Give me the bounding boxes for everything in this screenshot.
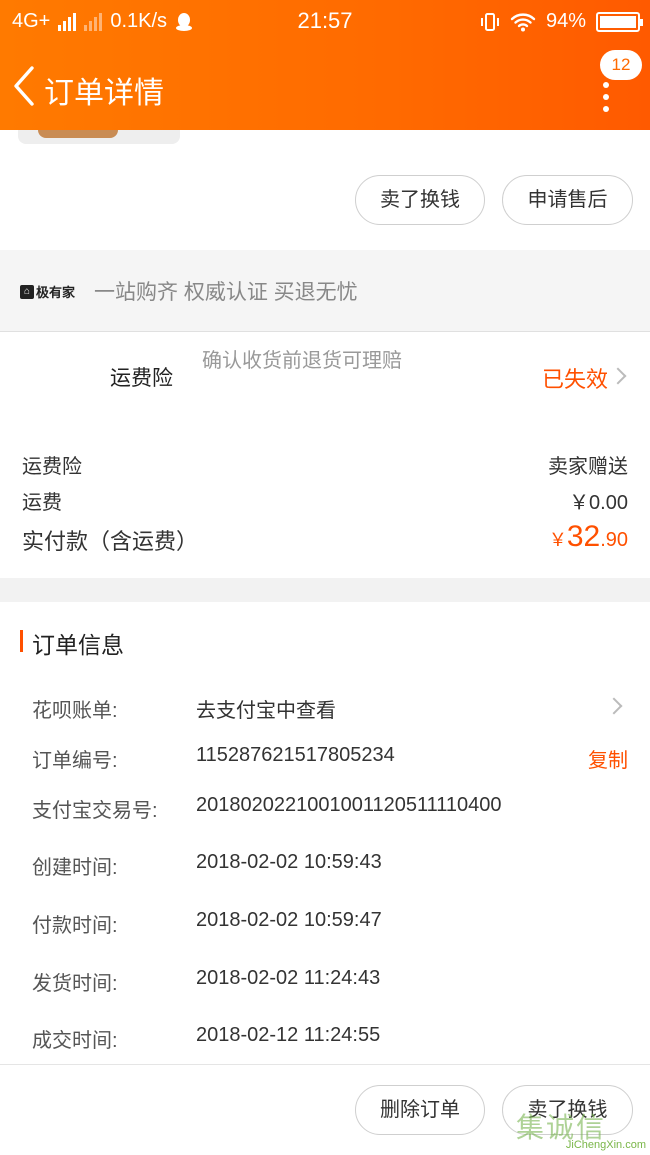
wifi-icon (510, 12, 536, 31)
paid-amount-value: ￥32.90 (549, 520, 628, 554)
order-info-title: 订单信息 (32, 632, 124, 658)
insurance-description: 确认收货前退货可理赔 (202, 350, 402, 372)
brand-logo-text: 极有家 (36, 285, 76, 300)
status-bar: 4G+ 0.1K/s 21:57 94% (0, 0, 650, 46)
navbar: 订单详情 12 (0, 46, 650, 130)
more-menu-icon[interactable] (600, 82, 612, 112)
brand-banner[interactable]: ⌂ 极有家 一站购齐 权威认证 买退无忧 (0, 250, 650, 332)
info-label: 花呗账单: (32, 700, 118, 722)
info-value: 2018-02-02 11:24:43 (196, 967, 381, 989)
order-number: 115287621517805234 (196, 744, 395, 766)
sell-for-cash-button[interactable]: 卖了换钱 (355, 175, 485, 225)
page-title: 订单详情 (44, 77, 164, 110)
header: 4G+ 0.1K/s 21:57 94% 订单详情 12 (0, 0, 650, 130)
fee-value: 卖家赠送 (548, 456, 628, 478)
info-label: 成交时间: (32, 1030, 118, 1052)
paid-amount-label: 实付款（含运费） (22, 529, 199, 554)
info-value: 去支付宝中查看 (196, 700, 336, 722)
back-arrow-icon[interactable] (8, 62, 40, 110)
brand-slogan: 一站购齐 权威认证 买退无忧 (94, 281, 358, 304)
fee-label: 运费险 (22, 456, 82, 478)
brand-logo: ⌂ 极有家 (20, 282, 75, 301)
chevron-right-icon (605, 697, 623, 715)
apply-after-sale-button[interactable]: 申请售后 (502, 175, 633, 225)
info-value: 2018-02-02 10:59:47 (196, 909, 382, 931)
insurance-status: 已失效 (541, 367, 608, 392)
info-label: 订单编号: (32, 750, 118, 772)
chevron-right-icon (609, 367, 627, 385)
info-label: 支付宝交易号: (32, 800, 158, 822)
vibrate-icon (480, 12, 499, 31)
fee-label: 运费 (22, 492, 62, 514)
product-image[interactable] (18, 130, 180, 144)
status-right: 94% (480, 10, 643, 33)
section-accent-bar (20, 630, 23, 652)
delete-order-button[interactable]: 删除订单 (355, 1085, 485, 1135)
amount-integer: 32 (566, 520, 601, 553)
section-divider (0, 578, 650, 602)
battery-level: 94% (545, 10, 586, 32)
copy-button[interactable]: 复制 (588, 744, 628, 773)
battery-icon (596, 11, 643, 32)
insurance-title: 运费险 (110, 367, 173, 390)
info-value: 2018020221001001120511110400 (196, 794, 502, 816)
info-label: 付款时间: (32, 915, 118, 937)
home-icon: ⌂ (20, 284, 34, 299)
info-value: 2018-02-12 11:24:55 (196, 1024, 381, 1046)
currency-symbol: ￥ (548, 530, 567, 550)
amount-decimal: .90 (600, 529, 628, 551)
info-value: 2018-02-02 10:59:43 (196, 851, 382, 873)
info-label: 创建时间: (32, 857, 118, 879)
fee-value: ￥0.00 (569, 492, 628, 514)
message-count-badge[interactable]: 12 (600, 50, 642, 80)
watermark-logo: 集诚信 (516, 1112, 607, 1143)
info-label: 发货时间: (32, 973, 118, 995)
